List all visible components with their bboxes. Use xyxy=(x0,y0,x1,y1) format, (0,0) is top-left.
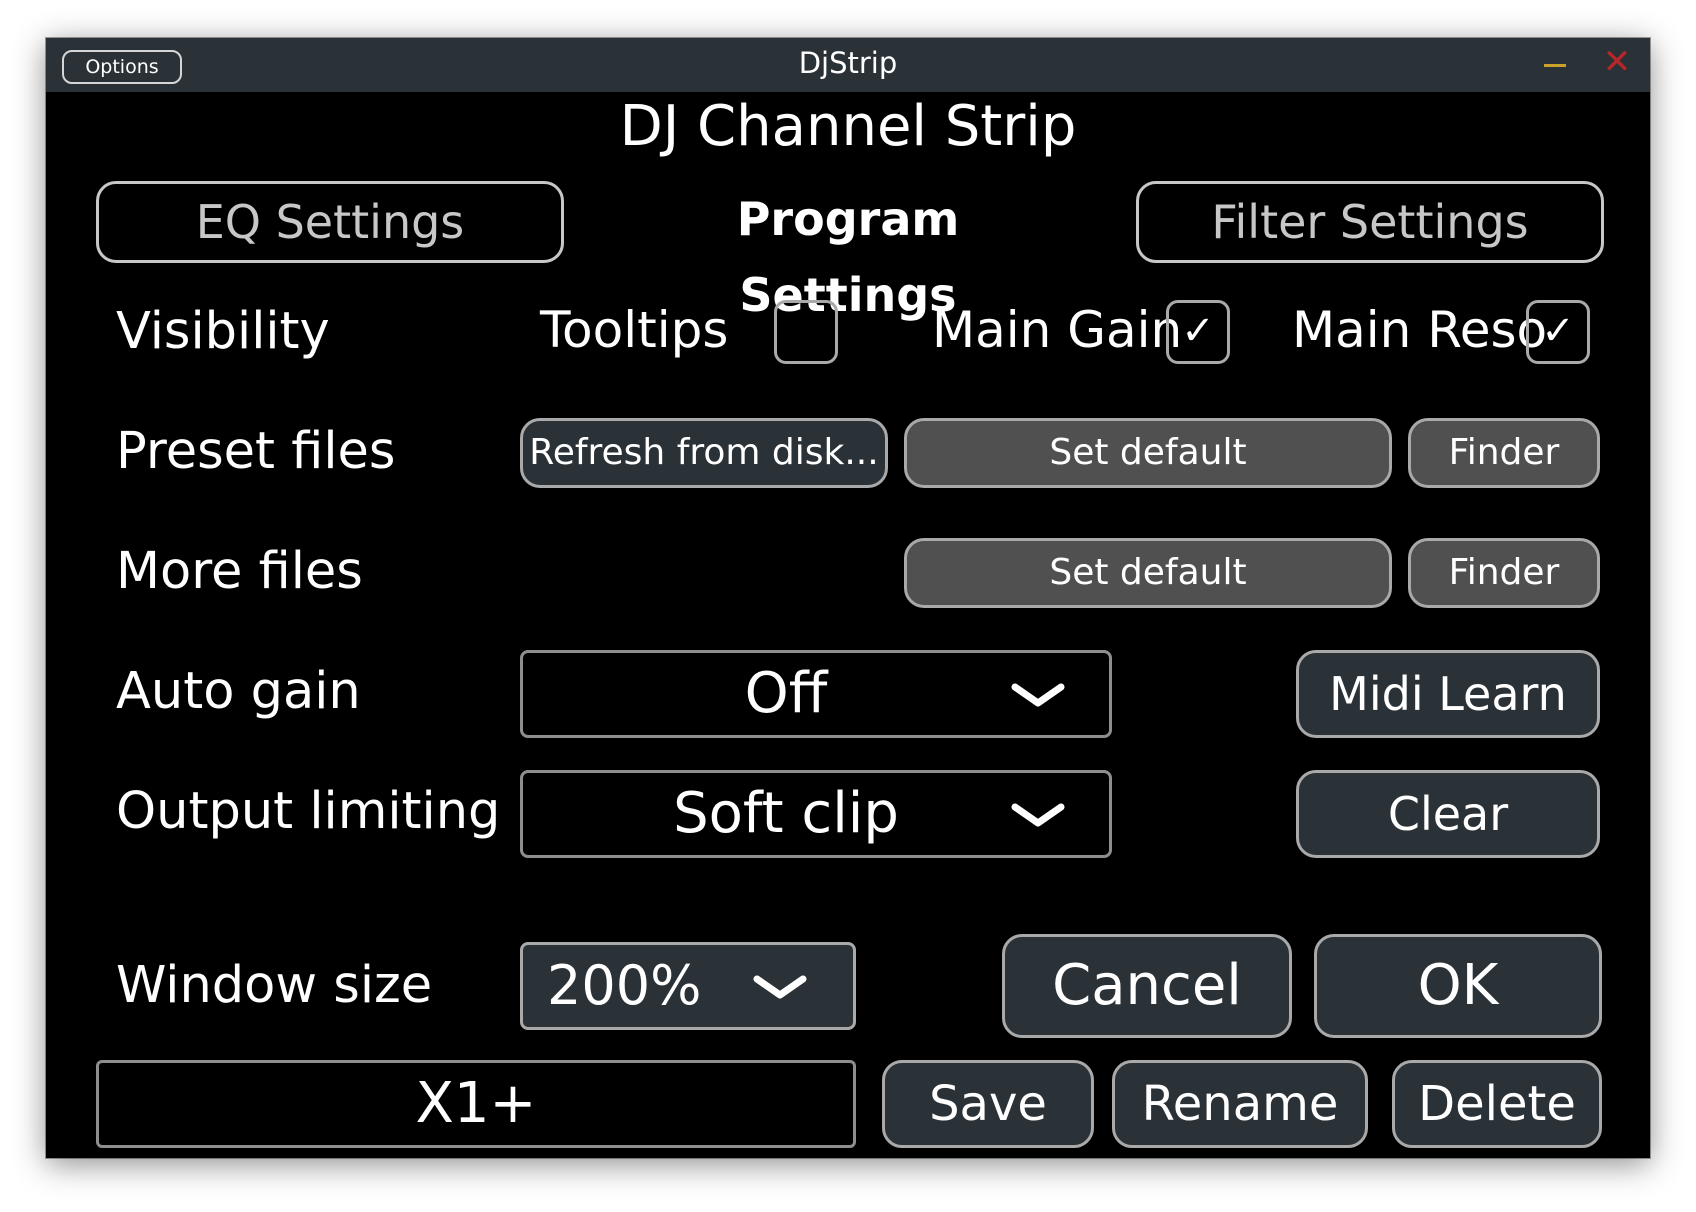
clear-button[interactable]: Clear xyxy=(1296,770,1600,858)
window-size-value: 200% xyxy=(547,954,702,1017)
delete-button[interactable]: Delete xyxy=(1392,1060,1602,1148)
preset-finder-button[interactable]: Finder xyxy=(1408,418,1600,488)
preset-files-label: Preset files xyxy=(116,422,396,481)
chevron-down-icon xyxy=(1011,683,1065,707)
main-gain-label: Main Gain xyxy=(932,301,1183,359)
main-reso-checkbox[interactable]: ✓ xyxy=(1526,300,1590,364)
visibility-label: Visibility xyxy=(116,302,330,361)
more-finder-button[interactable]: Finder xyxy=(1408,538,1600,608)
preset-set-default-button[interactable]: Set default xyxy=(904,418,1392,488)
cancel-button[interactable]: Cancel xyxy=(1002,934,1292,1038)
output-limiting-label: Output limiting xyxy=(116,782,501,841)
tab-eq-settings[interactable]: EQ Settings xyxy=(96,181,564,263)
plugin-window: Options DjStrip ✕ DJ Channel Strip EQ Se… xyxy=(46,38,1650,1158)
midi-learn-button[interactable]: Midi Learn xyxy=(1296,650,1600,738)
tab-program-settings[interactable]: Program Settings xyxy=(626,181,1070,322)
tab-filter-settings[interactable]: Filter Settings xyxy=(1136,181,1604,263)
chevron-down-icon xyxy=(753,975,807,999)
tooltips-label: Tooltips xyxy=(540,301,729,359)
tooltips-checkbox[interactable] xyxy=(774,300,838,364)
auto-gain-label: Auto gain xyxy=(116,662,361,721)
page-title: DJ Channel Strip xyxy=(619,94,1077,159)
chevron-down-icon xyxy=(1011,803,1065,827)
close-icon[interactable]: ✕ xyxy=(1602,45,1632,79)
auto-gain-value: Off xyxy=(744,661,828,726)
save-button[interactable]: Save xyxy=(882,1060,1094,1148)
main-reso-label: Main Reso xyxy=(1292,301,1548,359)
window-title: DjStrip xyxy=(798,46,898,80)
rename-button[interactable]: Rename xyxy=(1112,1060,1368,1148)
window-size-dropdown[interactable]: 200% xyxy=(520,942,856,1030)
more-set-default-button[interactable]: Set default xyxy=(904,538,1392,608)
ok-button[interactable]: OK xyxy=(1314,934,1602,1038)
minimize-icon[interactable] xyxy=(1544,64,1566,67)
preset-name-field[interactable]: X1+ xyxy=(96,1060,856,1148)
title-bar[interactable]: Options DjStrip ✕ xyxy=(46,38,1650,92)
output-limiting-dropdown[interactable]: Soft clip xyxy=(520,770,1112,858)
auto-gain-dropdown[interactable]: Off xyxy=(520,650,1112,738)
window-size-label: Window size xyxy=(116,956,433,1015)
output-limiting-value: Soft clip xyxy=(673,781,899,846)
more-files-label: More files xyxy=(116,542,363,601)
main-gain-checkbox[interactable]: ✓ xyxy=(1166,300,1230,364)
refresh-from-disk-button[interactable]: Refresh from disk... xyxy=(520,418,888,488)
